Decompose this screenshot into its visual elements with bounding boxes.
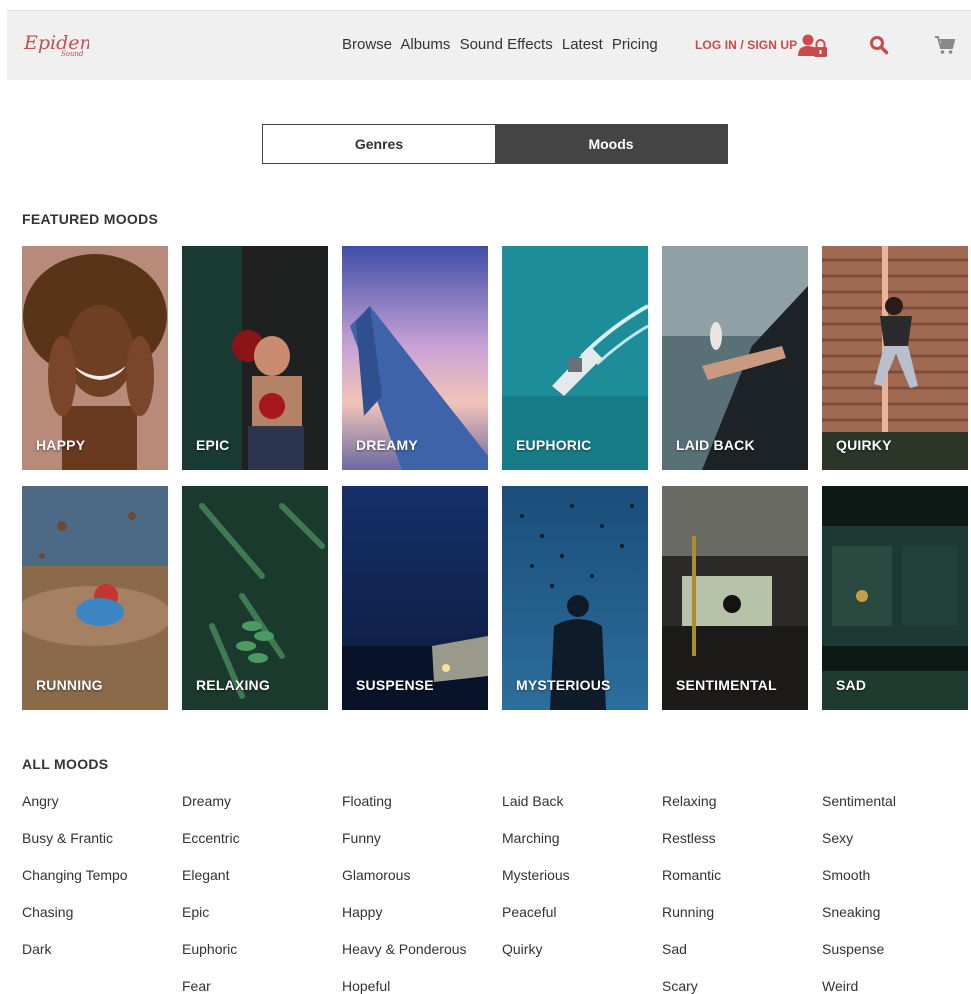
mood-label: LAID BACK	[676, 437, 755, 453]
tab-moods[interactable]: Moods	[495, 125, 727, 163]
mood-link[interactable]: Smooth	[822, 866, 971, 903]
nav-browse[interactable]: Browse	[342, 36, 392, 53]
mood-label: SAD	[836, 677, 867, 693]
nav-pricing[interactable]: Pricing	[612, 36, 658, 53]
site-header: Epidemic Sound Browse Albums Sound Effec…	[7, 10, 971, 80]
mood-link[interactable]: Euphoric	[182, 940, 342, 977]
mood-link[interactable]: Elegant	[182, 866, 342, 903]
mood-link[interactable]: Restless	[662, 829, 822, 866]
mood-link[interactable]: Busy & Frantic	[22, 829, 182, 866]
mood-label: HAPPY	[36, 437, 86, 453]
mood-link[interactable]: Heavy & Ponderous	[342, 940, 502, 977]
mood-link[interactable]: Sad	[662, 940, 822, 977]
mood-label: RELAXING	[196, 677, 270, 693]
mood-label: QUIRKY	[836, 437, 892, 453]
mood-link[interactable]: Angry	[22, 792, 182, 829]
mood-link[interactable]: Suspense	[822, 940, 971, 977]
mood-tile-happy[interactable]: HAPPY	[22, 246, 168, 470]
mood-label: MYSTERIOUS	[516, 677, 611, 693]
mood-tile-laid-back[interactable]: LAID BACK	[662, 246, 808, 470]
mood-label: SENTIMENTAL	[676, 677, 777, 693]
mood-column: Laid Back Marching Mysterious Peaceful Q…	[502, 792, 662, 977]
mood-link[interactable]: Mysterious	[502, 866, 662, 903]
mood-tile-epic[interactable]: EPIC	[182, 246, 328, 470]
mood-tile-quirky[interactable]: QUIRKY	[822, 246, 968, 470]
mood-link[interactable]: Epic	[182, 903, 342, 940]
mood-link[interactable]: Romantic	[662, 866, 822, 903]
mood-column: Dreamy Eccentric Elegant Epic Euphoric F…	[182, 792, 342, 994]
mood-tile-suspense[interactable]: SUSPENSE	[342, 486, 488, 710]
search-icon[interactable]	[869, 35, 889, 60]
mood-label: DREAMY	[356, 437, 418, 453]
mood-label: SUSPENSE	[356, 677, 434, 693]
mood-tile-relaxing[interactable]: RELAXING	[182, 486, 328, 710]
mood-link[interactable]: Fear	[182, 977, 342, 994]
mood-tile-running[interactable]: RUNNING	[22, 486, 168, 710]
epidemic-logo[interactable]: Epidemic Sound	[23, 29, 115, 64]
mood-link[interactable]: Sneaking	[822, 903, 971, 940]
mood-column: Relaxing Restless Romantic Running Sad S…	[662, 792, 822, 994]
top-border	[0, 0, 971, 10]
main-nav: Browse Albums Sound Effects Latest Prici…	[342, 36, 663, 53]
mood-link[interactable]: Sentimental	[822, 792, 971, 829]
nav-latest[interactable]: Latest	[562, 36, 603, 53]
mood-tile-sentimental[interactable]: SENTIMENTAL	[662, 486, 808, 710]
featured-moods-title: FEATURED MOODS	[22, 211, 159, 227]
svg-text:Sound: Sound	[61, 50, 84, 58]
tab-genres[interactable]: Genres	[263, 125, 495, 163]
mood-link[interactable]: Dark	[22, 940, 182, 977]
mood-label: EUPHORIC	[516, 437, 592, 453]
mood-link[interactable]: Happy	[342, 903, 502, 940]
all-moods-title: ALL MOODS	[22, 756, 109, 772]
mood-column: Angry Busy & Frantic Changing Tempo Chas…	[22, 792, 182, 977]
mood-link[interactable]: Changing Tempo	[22, 866, 182, 903]
mood-link[interactable]: Funny	[342, 829, 502, 866]
mood-column: Sentimental Sexy Smooth Sneaking Suspens…	[822, 792, 971, 994]
mood-tile-dreamy[interactable]: DREAMY	[342, 246, 488, 470]
login-signup-link[interactable]: LOG IN / SIGN UP	[695, 38, 797, 52]
mood-link[interactable]: Scary	[662, 977, 822, 994]
mood-label: EPIC	[196, 437, 230, 453]
mood-link[interactable]: Laid Back	[502, 792, 662, 829]
mood-link[interactable]: Eccentric	[182, 829, 342, 866]
mood-link[interactable]: Floating	[342, 792, 502, 829]
mood-link[interactable]: Sexy	[822, 829, 971, 866]
mood-link[interactable]: Weird	[822, 977, 971, 994]
mood-link[interactable]: Glamorous	[342, 866, 502, 903]
mood-tile-mysterious[interactable]: MYSTERIOUS	[502, 486, 648, 710]
mood-link[interactable]: Running	[662, 903, 822, 940]
mood-column: Floating Funny Glamorous Happy Heavy & P…	[342, 792, 502, 994]
user-lock-icon[interactable]	[797, 34, 829, 63]
nav-sound-effects[interactable]: Sound Effects	[460, 36, 553, 53]
mood-label: RUNNING	[36, 677, 103, 693]
mood-tile-euphoric[interactable]: EUPHORIC	[502, 246, 648, 470]
genre-mood-toggle: Genres Moods	[262, 124, 728, 164]
mood-link[interactable]: Chasing	[22, 903, 182, 940]
nav-albums[interactable]: Albums	[400, 36, 450, 53]
mood-link[interactable]: Marching	[502, 829, 662, 866]
mood-link[interactable]: Peaceful	[502, 903, 662, 940]
mood-link[interactable]: Relaxing	[662, 792, 822, 829]
mood-tile-sad[interactable]: SAD	[822, 486, 968, 710]
mood-link[interactable]: Quirky	[502, 940, 662, 977]
mood-link[interactable]: Dreamy	[182, 792, 342, 829]
mood-link[interactable]: Hopeful	[342, 977, 502, 994]
cart-icon[interactable]	[934, 35, 956, 60]
